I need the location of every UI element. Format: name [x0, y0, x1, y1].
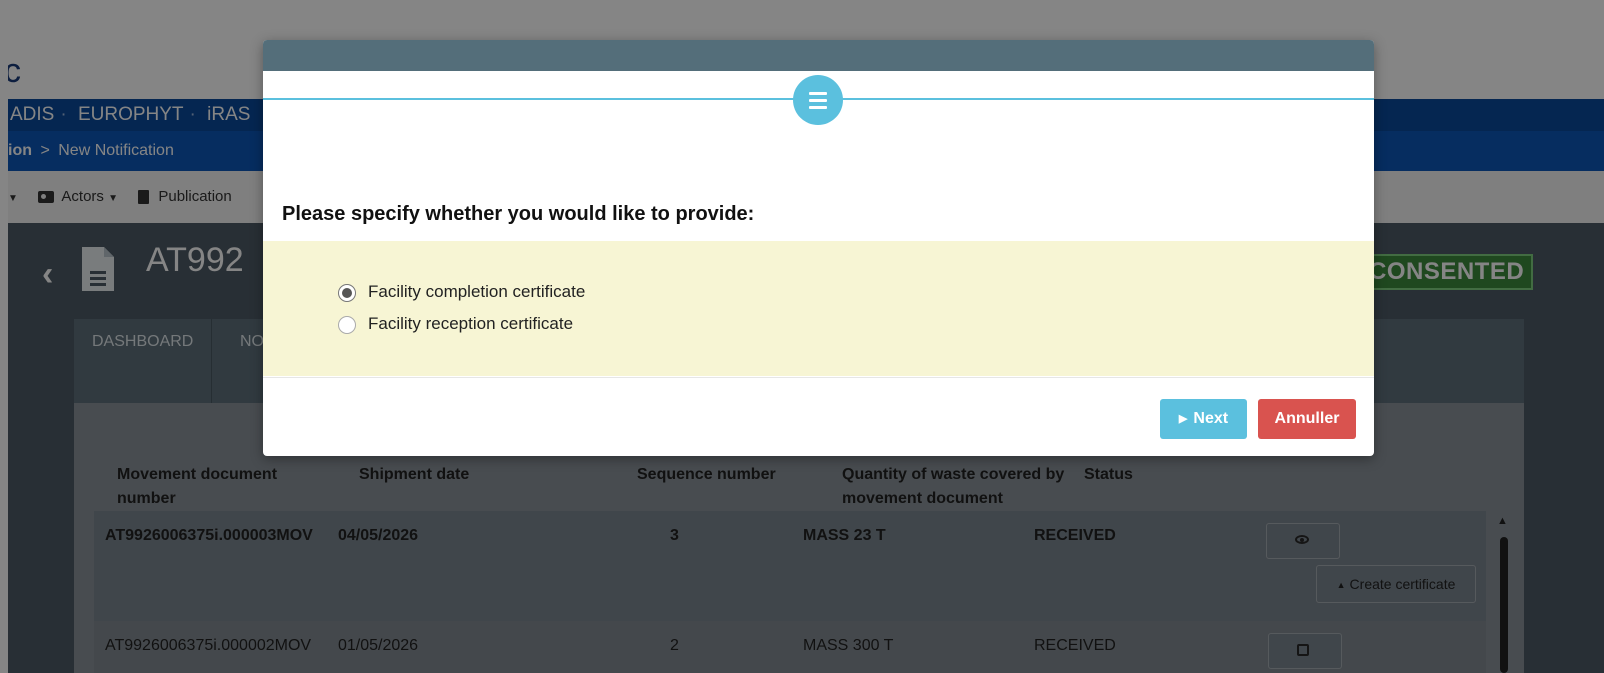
- dialog-header: [263, 40, 1374, 71]
- radio-reception-certificate[interactable]: [338, 315, 356, 334]
- next-label: Next: [1193, 410, 1229, 428]
- option-reception-certificate[interactable]: Facility reception certificate: [338, 314, 573, 334]
- list-icon: [793, 75, 843, 125]
- option-reception-label: Facility reception certificate: [368, 314, 574, 333]
- certificate-type-dialog: Please specify whether you would like to…: [263, 40, 1374, 456]
- certificate-options: Facility completion certificate Facility…: [263, 241, 1374, 376]
- dialog-footer: ▶ Next Annuller: [263, 377, 1374, 456]
- cancel-button[interactable]: Annuller: [1258, 399, 1356, 439]
- option-completion-certificate[interactable]: Facility completion certificate: [338, 282, 585, 302]
- dialog-question: Please specify whether you would like to…: [282, 203, 755, 225]
- radio-completion-certificate[interactable]: [338, 283, 356, 302]
- play-icon: ▶: [1178, 413, 1188, 425]
- option-completion-label: Facility completion certificate: [368, 282, 586, 301]
- next-button[interactable]: ▶ Next: [1160, 399, 1247, 439]
